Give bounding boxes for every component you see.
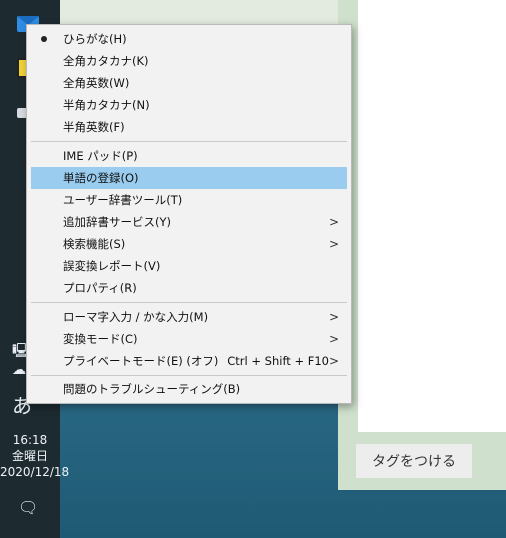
tag-button[interactable]: タグをつける [356, 444, 472, 478]
menu-item-hankaku-eisu[interactable]: 半角英数(F) [31, 116, 347, 138]
menu-item-ime-pad[interactable]: IME パッド(P) [31, 145, 347, 167]
menu-item-zenkaku-eisu[interactable]: 全角英数(W) [31, 72, 347, 94]
menu-item-register-word[interactable]: 単語の登録(O) [31, 167, 347, 189]
chevron-right-icon: > [328, 310, 339, 324]
clock-date[interactable]: 2020/12/18 [0, 464, 69, 480]
menu-item-romaji-kana-input[interactable]: ローマ字入力 / かな入力(M) > [31, 306, 347, 328]
chevron-right-icon: > [328, 215, 339, 229]
notification-center-icon[interactable]: 🗨 [18, 498, 38, 517]
checked-bullet-icon [41, 36, 47, 42]
cloud-icon[interactable]: ☁ [12, 362, 26, 378]
menu-item-properties[interactable]: プロパティ(R) [31, 277, 347, 299]
menu-item-zenkaku-katakana[interactable]: 全角カタカナ(K) [31, 50, 347, 72]
menu-item-conversion-error-report[interactable]: 誤変換レポート(V) [31, 255, 347, 277]
chevron-right-icon: > [328, 354, 339, 368]
menu-item-private-mode[interactable]: プライベートモード(E) (オフ) Ctrl + Shift + F10 > [31, 350, 347, 372]
menu-separator [31, 302, 347, 303]
menu-item-conversion-mode[interactable]: 変換モード(C) > [31, 328, 347, 350]
clock-time[interactable]: 16:18 [0, 432, 60, 448]
ime-context-menu: ひらがな(H) 全角カタカナ(K) 全角英数(W) 半角カタカナ(N) 半角英数… [26, 24, 352, 404]
menu-item-hiragana[interactable]: ひらがな(H) [31, 28, 347, 50]
clock-day[interactable]: 金曜日 [0, 448, 60, 464]
shortcut-text: Ctrl + Shift + F10 [227, 354, 329, 368]
menu-separator [31, 375, 347, 376]
chevron-right-icon: > [328, 332, 339, 346]
menu-item-troubleshooting[interactable]: 問題のトラブルシューティング(B) [31, 378, 347, 400]
menu-item-search-function[interactable]: 検索機能(S) > [31, 233, 347, 255]
chevron-right-icon: > [328, 237, 339, 251]
menu-item-hankaku-katakana[interactable]: 半角カタカナ(N) [31, 94, 347, 116]
menu-item-additional-dictionary[interactable]: 追加辞書サービス(Y) > [31, 211, 347, 233]
menu-separator [31, 141, 347, 142]
menu-item-user-dictionary-tool[interactable]: ユーザー辞書ツール(T) [31, 189, 347, 211]
app-content-card [358, 0, 506, 432]
